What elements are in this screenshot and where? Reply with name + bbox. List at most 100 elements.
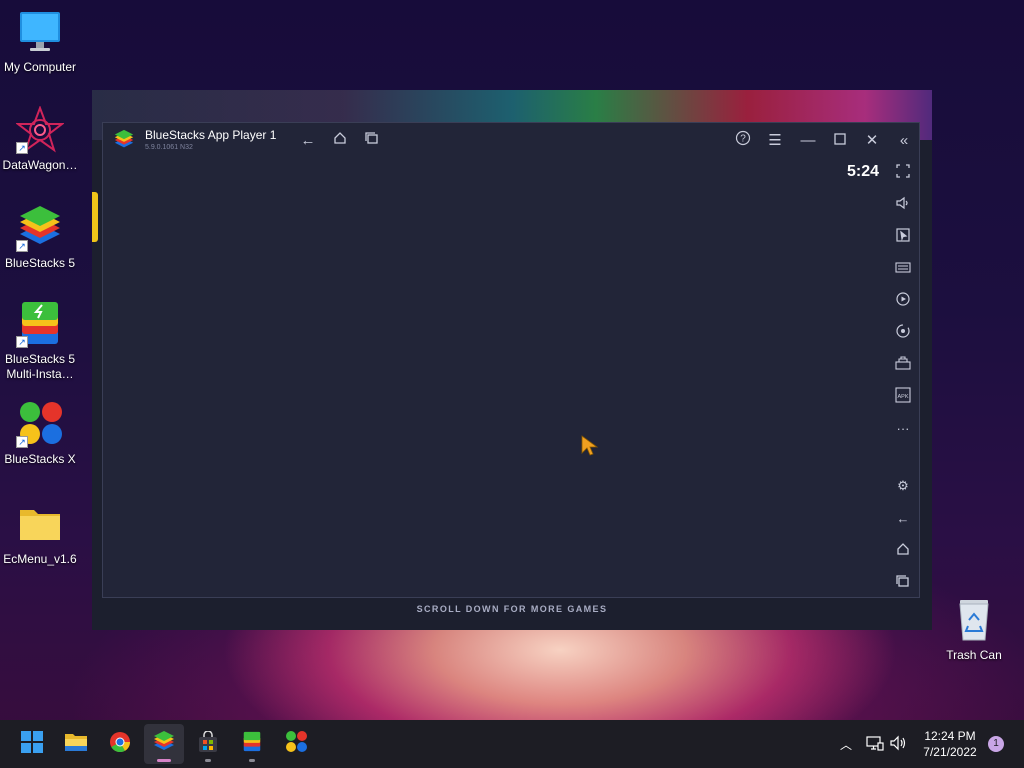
rotate-icon: [896, 323, 910, 341]
desktop-icon-label: BlueStacks 5: [4, 256, 76, 270]
taskbar-bluestacks[interactable]: [144, 724, 184, 764]
bluestacks-logo-icon: [113, 129, 135, 151]
volume-icon: [896, 196, 910, 213]
taskbar-file-explorer[interactable]: [56, 724, 96, 764]
desktop-icon-ecmenu[interactable]: EcMenu_v1.6: [0, 500, 80, 567]
settings-button[interactable]: ⚙: [892, 475, 914, 497]
active-indicator: [157, 759, 171, 762]
collapse-sidebar-icon: «: [899, 131, 909, 149]
app-player-window[interactable]: BlueStacks App Player 1 5.9.0.1061 N32 ←…: [102, 122, 920, 598]
recent-apps-icon: [365, 131, 379, 149]
android-clock: 5:24: [846, 163, 879, 180]
macro-icon: [895, 355, 911, 373]
android-back-button[interactable]: ←: [892, 507, 914, 529]
record-button[interactable]: [892, 289, 914, 311]
desktop-icon-label: DataWagon…: [2, 158, 78, 172]
desktop-icon-label: My Computer: [3, 60, 77, 74]
bluestacks-multi-icon: ↗: [16, 300, 64, 348]
start-icon: [21, 730, 43, 758]
help-icon: ?: [735, 130, 751, 150]
fullscreen-icon: [896, 163, 910, 181]
keyboard-button[interactable]: [892, 257, 914, 279]
android-home-button[interactable]: [892, 539, 914, 561]
bluestacks-icon: [152, 730, 176, 759]
fullscreen-button[interactable]: [892, 161, 914, 183]
shortcut-arrow-icon: ↗: [16, 436, 28, 448]
desktop-icon-label: BlueStacks 5 Multi-Insta…: [4, 352, 76, 381]
taskbar-time: 12:24 PM: [924, 729, 976, 743]
speaker-icon: [890, 735, 908, 754]
collapse-sidebar-button[interactable]: «: [893, 129, 915, 151]
recycle-bin-icon: [950, 596, 998, 644]
scroll-hint: SCROLL DOWN FOR MORE GAMES: [416, 604, 608, 614]
more-button[interactable]: ···: [892, 417, 914, 439]
desktop-icon-bluestacks-multi[interactable]: ↗ BlueStacks 5 Multi-Insta…: [0, 300, 80, 382]
pointer-button[interactable]: [892, 225, 914, 247]
taskbar-date: 7/21/2022: [923, 745, 977, 759]
desktop-icon-bluestacks-x[interactable]: ↗ BlueStacks X: [0, 400, 80, 467]
back-icon: ←: [300, 131, 316, 149]
chrome-icon: [109, 731, 131, 758]
shortcut-arrow-icon: ↗: [16, 240, 28, 252]
bluestacks-x-icon: ↗: [16, 400, 64, 448]
show-hidden-icons-button[interactable]: ︿: [840, 720, 852, 768]
taskbar-bluestacks-multi[interactable]: [232, 724, 272, 764]
rotate-button[interactable]: [892, 321, 914, 343]
start-button[interactable]: [12, 724, 52, 764]
desktop-icon-label: BlueStacks X: [4, 452, 76, 466]
window-title: BlueStacks App Player 1: [145, 128, 277, 142]
taskbar-bluestacks-x[interactable]: [276, 724, 316, 764]
macro-button[interactable]: [892, 353, 914, 375]
install-apk-button[interactable]: APK: [892, 385, 914, 407]
desktop-icon-bluestacks-5[interactable]: ↗ BlueStacks 5: [0, 204, 80, 271]
monitor-icon: [16, 8, 64, 56]
folder-icon: [16, 500, 64, 548]
minimize-button[interactable]: —: [797, 129, 819, 151]
home-button[interactable]: [329, 129, 351, 151]
maximize-icon: [834, 132, 846, 149]
taskbar: ︿ 12:24 PM 7/21/2022: [0, 720, 1024, 768]
desktop-icon-label: Trash Can: [946, 648, 1002, 662]
settings-icon: ⚙: [897, 478, 909, 493]
running-indicator: [205, 759, 211, 762]
minimize-icon: —: [800, 131, 816, 149]
taskbar-chrome[interactable]: [100, 724, 140, 764]
more-icon: ···: [896, 420, 910, 436]
volume-button[interactable]: [892, 193, 914, 215]
store-icon: [197, 729, 219, 758]
taskbar-store[interactable]: [188, 724, 228, 764]
android-recents-button[interactable]: [892, 571, 914, 593]
help-button[interactable]: ?: [732, 129, 754, 151]
taskbar-clock[interactable]: 12:24 PM 7/21/2022: [912, 728, 988, 760]
version-label: 5.9.0.1061 N32: [145, 144, 193, 151]
mouse-cursor-icon: [581, 435, 599, 457]
android-back-icon: ←: [896, 510, 910, 526]
volume-tray-button[interactable]: [890, 720, 908, 768]
bluestacks-icon: ↗: [16, 204, 64, 252]
title-bar[interactable]: BlueStacks App Player 1 5.9.0.1061 N32 ←…: [103, 123, 919, 157]
bluestacks-x-icon: [284, 730, 308, 759]
running-indicator: [249, 759, 255, 762]
launcher-edge-tab[interactable]: [92, 192, 98, 242]
recent-apps-button[interactable]: [361, 129, 383, 151]
bluestacks-multi-icon: [241, 730, 263, 759]
desktop-icon-my-computer[interactable]: My Computer: [0, 8, 80, 75]
pointer-icon: [896, 227, 910, 245]
close-button[interactable]: ✕: [861, 129, 883, 151]
shortcut-arrow-icon: ↗: [16, 336, 28, 348]
maximize-button[interactable]: [829, 129, 851, 151]
desktop-icon-datawagon[interactable]: ↗ DataWagon…: [0, 105, 80, 173]
datawagon-icon: ↗: [15, 105, 65, 154]
network-button[interactable]: [866, 720, 884, 768]
notification-badge[interactable]: 1: [988, 736, 1004, 752]
back-button[interactable]: ←: [297, 129, 319, 151]
menu-icon: ☰: [768, 132, 782, 149]
shortcut-arrow-icon: ↗: [16, 142, 28, 154]
record-icon: [896, 291, 910, 309]
file-explorer-icon: [64, 731, 88, 758]
android-home-icon: [896, 542, 910, 559]
desktop-icon-trash-can[interactable]: Trash Can: [934, 596, 1014, 663]
menu-button[interactable]: ☰: [764, 129, 786, 151]
keyboard-icon: [895, 260, 911, 277]
chevron-up-icon: ︿: [840, 737, 853, 752]
